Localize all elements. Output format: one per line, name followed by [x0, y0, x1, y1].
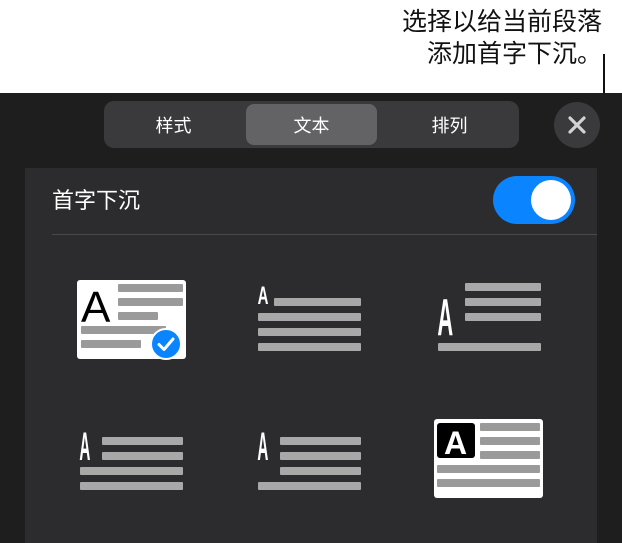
checkmark-icon: [150, 328, 182, 360]
style-4-glyph: A: [79, 426, 90, 470]
tab-text[interactable]: 文本: [246, 104, 377, 145]
style-5-glyph: A: [257, 426, 268, 470]
drop-cap-style-2[interactable]: A: [257, 282, 362, 352]
callout-line-2: 添加首字下沉。: [426, 39, 602, 68]
style-1-glyph: A: [81, 283, 111, 332]
style-4-preview: A: [79, 426, 183, 490]
drop-cap-label: 首字下沉: [52, 189, 141, 214]
callout-text: 选择以给当前段落 添加首字下沉。: [282, 6, 602, 70]
drop-cap-toggle[interactable]: [493, 176, 575, 224]
drop-cap-style-6[interactable]: A: [434, 419, 543, 498]
close-icon: [568, 116, 586, 134]
drop-cap-style-1[interactable]: A: [77, 280, 186, 360]
segmented-control: 样式 文本 排列: [104, 101, 519, 148]
style-3-glyph: A: [437, 289, 453, 346]
callout-line-1: 选择以给当前段落: [401, 7, 602, 36]
toggle-knob: [531, 180, 571, 220]
tab-style[interactable]: 样式: [108, 104, 239, 145]
style-2-preview: A: [258, 282, 361, 351]
tab-arrange-label: 排列: [431, 115, 468, 137]
style-6-preview: A: [434, 419, 543, 498]
close-button[interactable]: [554, 102, 600, 148]
style-6-glyph: A: [444, 425, 467, 461]
style-3-preview: A: [437, 283, 541, 351]
drop-cap-style-3[interactable]: A: [437, 282, 542, 352]
divider: [52, 234, 597, 235]
tab-text-label: 文本: [293, 115, 330, 137]
drop-cap-style-5[interactable]: A: [257, 421, 362, 491]
tab-style-label: 样式: [155, 115, 192, 137]
drop-cap-style-4[interactable]: A: [79, 421, 184, 491]
style-5-preview: A: [257, 426, 361, 490]
tab-arrange[interactable]: 排列: [384, 104, 515, 145]
style-2-glyph: A: [258, 282, 269, 310]
